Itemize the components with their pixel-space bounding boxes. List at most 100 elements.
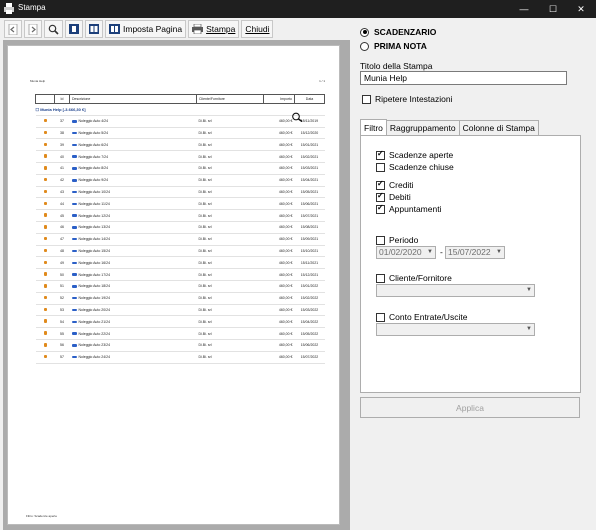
- two-pages-button[interactable]: [85, 20, 103, 38]
- row-cliente: Di.Bi. srl: [196, 292, 264, 305]
- appuntamenti-check: [376, 203, 385, 214]
- invoice-icon: [43, 260, 47, 264]
- radio-scadenzario[interactable]: SCADENZARIO: [360, 27, 436, 37]
- conto-select[interactable]: ▼: [376, 323, 535, 336]
- row-descrizione: Noleggio Auto 22/24: [69, 327, 197, 340]
- row-data: 15/03/2021: [294, 162, 325, 175]
- row-descrizione-text: Noleggio Auto 24/24: [78, 355, 111, 360]
- cliente-fornitore-checkbox[interactable]: Cliente/Fornitore: [376, 273, 452, 283]
- table-row: 54 Noleggio Auto 21/24 Di.Bi. srl 460,00 €1…: [35, 315, 325, 329]
- scadenze-aperte-label: Scadenze aperte: [389, 150, 454, 160]
- date-to-picker[interactable]: 15/07/2022 ▼: [445, 246, 505, 259]
- row-data: 15/01/2021: [294, 138, 325, 152]
- conto-checkbox[interactable]: Conto Entrate/Uscite: [376, 312, 467, 322]
- car-icon: [71, 249, 77, 253]
- close-button[interactable]: ✕: [567, 0, 595, 18]
- car-icon: [71, 155, 77, 158]
- row-importo: 460,00 €: [263, 209, 295, 222]
- close-preview-button[interactable]: Chiudi: [241, 20, 274, 38]
- row-cliente: Di.Bi. srl: [196, 327, 264, 340]
- page-number: 1 / 1: [319, 79, 325, 83]
- titolo-input[interactable]: Munia Help: [360, 71, 567, 85]
- row-status-icon: [35, 115, 55, 128]
- minimize-button[interactable]: —: [510, 0, 538, 18]
- row-id: 54: [54, 315, 70, 329]
- row-data: 15/01/2022: [294, 280, 325, 293]
- car-icon: [71, 320, 77, 324]
- report-table: Id Descrizione Cliente/Fornitore Importo…: [35, 94, 325, 364]
- invoice-icon: [43, 166, 47, 170]
- invoice-icon: [43, 142, 47, 147]
- ripetere-intestazioni-checkbox[interactable]: Ripetere Intestazioni: [362, 94, 453, 104]
- report-page: Munia Help 1 / 1 Id Descrizione Cliente/…: [7, 45, 340, 525]
- row-id: 51: [54, 280, 70, 293]
- invoice-icon: [43, 343, 47, 347]
- appuntamenti-checkbox[interactable]: Appuntamenti: [376, 203, 442, 214]
- row-cliente: Di.Bi. srl: [196, 209, 264, 222]
- previous-page-button[interactable]: [4, 20, 22, 38]
- row-id: 53: [54, 304, 70, 317]
- scadenze-chiuse-checkbox[interactable]: Scadenze chiuse: [376, 162, 454, 172]
- row-descrizione-text: Noleggio Auto 7/24: [78, 154, 109, 159]
- row-descrizione-text: Noleggio Auto 19/24: [78, 296, 111, 301]
- row-id: 38: [54, 127, 70, 140]
- row-data: 15/07/2022: [294, 351, 325, 364]
- page-setup-button[interactable]: Imposta Pagina: [105, 20, 187, 38]
- next-page-button[interactable]: [24, 20, 42, 38]
- row-importo: 460,00 €: [263, 115, 295, 128]
- row-descrizione: Noleggio Auto 13/24: [69, 221, 197, 234]
- single-page-button[interactable]: [65, 20, 83, 38]
- row-cliente: Di.Bi. srl: [196, 115, 264, 128]
- crediti-checkbox[interactable]: Crediti: [376, 179, 414, 190]
- one-page-icon: [69, 24, 79, 34]
- row-status-icon: [35, 280, 55, 293]
- debiti-checkbox[interactable]: Debiti: [376, 191, 411, 202]
- invoice-icon: [43, 295, 47, 300]
- invoice-icon: [43, 213, 47, 217]
- zoom-button[interactable]: [44, 20, 63, 38]
- row-importo: 460,00 €: [263, 162, 295, 175]
- appuntamenti-label: Appuntamenti: [389, 204, 442, 214]
- periodo-checkbox[interactable]: Periodo: [376, 235, 418, 245]
- report-header-row: Id Descrizione Cliente/Fornitore Importo…: [35, 94, 325, 104]
- row-descrizione: Noleggio Auto 19/24: [69, 292, 197, 305]
- row-id: 44: [54, 197, 70, 211]
- table-row: 45 Noleggio Auto 12/24 Di.Bi. srl 460,00 €1…: [35, 209, 325, 222]
- maximize-button[interactable]: ☐: [539, 0, 567, 18]
- book-icon: [109, 24, 120, 34]
- cliente-label: Cliente/Fornitore: [389, 273, 452, 283]
- row-cliente: Di.Bi. srl: [196, 162, 264, 175]
- tab-raggruppamento[interactable]: Raggruppamento: [385, 120, 460, 135]
- row-importo: 460,00 €: [263, 138, 295, 152]
- titolo-label: Titolo della Stampa: [360, 61, 433, 71]
- row-cliente: Di.Bi. srl: [196, 150, 264, 163]
- scadenze-chiuse-label: Scadenze chiuse: [389, 162, 454, 172]
- row-descrizione-text: Noleggio Auto 8/24: [78, 166, 109, 171]
- tab-colonne-di-stampa[interactable]: Colonne di Stampa: [458, 120, 539, 135]
- invoice-icon: [43, 154, 47, 158]
- car-icon: [71, 355, 77, 359]
- printer-icon: [192, 24, 204, 34]
- car-icon: [71, 226, 77, 229]
- row-descrizione-text: Noleggio Auto 5/24: [78, 130, 109, 135]
- table-row: 49 Noleggio Auto 16/24 Di.Bi. srl 460,00 €1…: [35, 256, 325, 270]
- conto-check: [376, 312, 385, 322]
- car-icon: [71, 296, 77, 300]
- row-descrizione-text: Noleggio Auto 12/24: [78, 213, 111, 218]
- invoice-icon: [43, 189, 47, 194]
- applica-button[interactable]: Applica: [360, 397, 580, 418]
- row-id: 49: [54, 256, 70, 270]
- scadenze-aperte-checkbox[interactable]: Scadenze aperte: [376, 149, 454, 160]
- next-page-icon: [28, 23, 38, 35]
- print-button[interactable]: Stampa: [188, 20, 240, 38]
- row-descrizione-text: Noleggio Auto 23/24: [78, 343, 111, 348]
- row-descrizione-text: Noleggio Auto 15/24: [78, 248, 111, 253]
- row-status-icon: [35, 186, 55, 199]
- tab-filtro[interactable]: Filtro: [360, 119, 387, 135]
- col-id-header: Id: [54, 94, 70, 104]
- cliente-fornitore-select[interactable]: ▼: [376, 284, 535, 297]
- print-preview-area[interactable]: Munia Help 1 / 1 Id Descrizione Cliente/…: [3, 40, 350, 530]
- radio-prima-nota[interactable]: PRIMA NOTA: [360, 41, 427, 51]
- row-descrizione-text: Noleggio Auto 20/24: [78, 307, 111, 312]
- date-from-picker[interactable]: 01/02/2020 ▼: [376, 246, 436, 259]
